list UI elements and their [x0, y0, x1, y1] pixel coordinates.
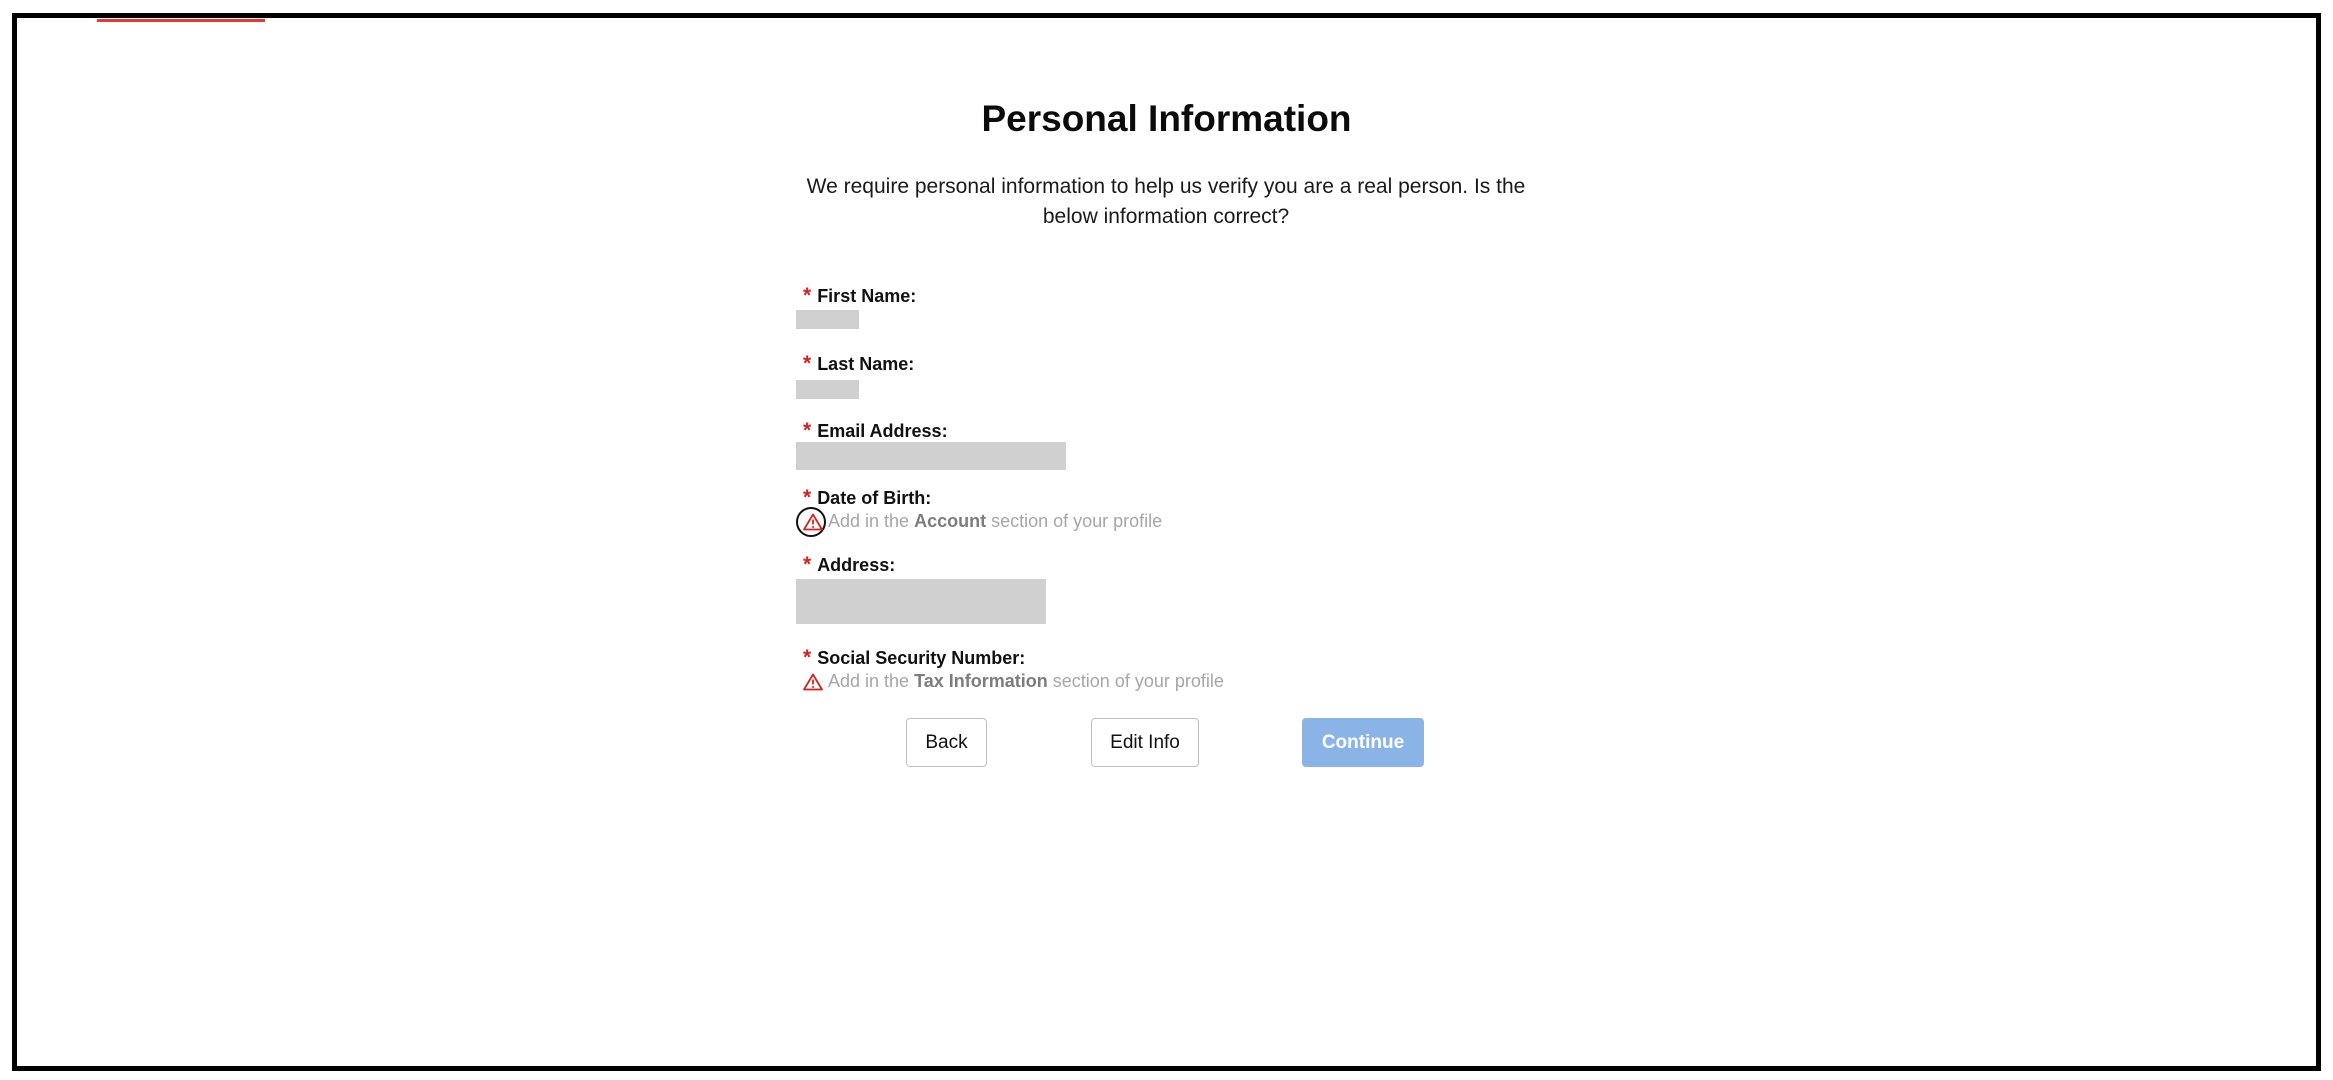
- required-marker: *: [803, 553, 812, 576]
- required-marker: *: [803, 284, 812, 307]
- edit-info-button[interactable]: Edit Info: [1091, 718, 1199, 767]
- tax-information-section-name: Tax Information: [914, 671, 1048, 691]
- first-name-label-text: First Name:: [817, 286, 917, 306]
- required-marker: *: [803, 352, 812, 375]
- ssn-warning-prefix: Add in the: [828, 671, 910, 691]
- dob-warning-prefix: Add in the: [828, 511, 910, 531]
- ssn-warning: Add in the Tax Information section of yo…: [803, 671, 1224, 692]
- ssn-label: * Social Security Number:: [803, 646, 1025, 670]
- last-name-label: * Last Name:: [803, 352, 914, 376]
- intro-text: We require personal information to help …: [806, 175, 1526, 228]
- warning-triangle-icon: [803, 673, 823, 690]
- last-name-label-text: Last Name:: [817, 354, 915, 374]
- account-section-name: Account: [914, 511, 987, 531]
- dob-label-text: Date of Birth:: [817, 488, 932, 508]
- dob-warning-suffix: section of your profile: [991, 511, 1163, 531]
- ssn-label-text: Social Security Number:: [817, 648, 1026, 668]
- continue-button[interactable]: Continue: [1302, 718, 1424, 767]
- required-marker: *: [803, 486, 812, 509]
- last-name-value-redacted: [796, 380, 859, 399]
- dob-warning: Add in the Account section of your profi…: [803, 511, 1162, 532]
- dob-label: * Date of Birth:: [803, 486, 931, 510]
- email-label: * Email Address:: [803, 419, 948, 443]
- personal-information-form: Personal Information We require personal…: [0, 0, 2333, 1080]
- first-name-label: * First Name:: [803, 284, 916, 308]
- ssn-warning-suffix: section of your profile: [1052, 671, 1224, 691]
- email-label-text: Email Address:: [817, 421, 948, 441]
- required-marker: *: [803, 419, 812, 442]
- first-name-value-redacted: [796, 310, 859, 329]
- address-label-text: Address:: [817, 555, 896, 575]
- email-value-redacted: [796, 442, 1066, 470]
- warning-triangle-icon: [803, 513, 823, 530]
- page-title: Personal Information: [981, 98, 1352, 139]
- address-value-redacted: [796, 579, 1046, 624]
- address-label: * Address:: [803, 553, 895, 577]
- back-button[interactable]: Back: [906, 718, 987, 767]
- required-marker: *: [803, 646, 812, 669]
